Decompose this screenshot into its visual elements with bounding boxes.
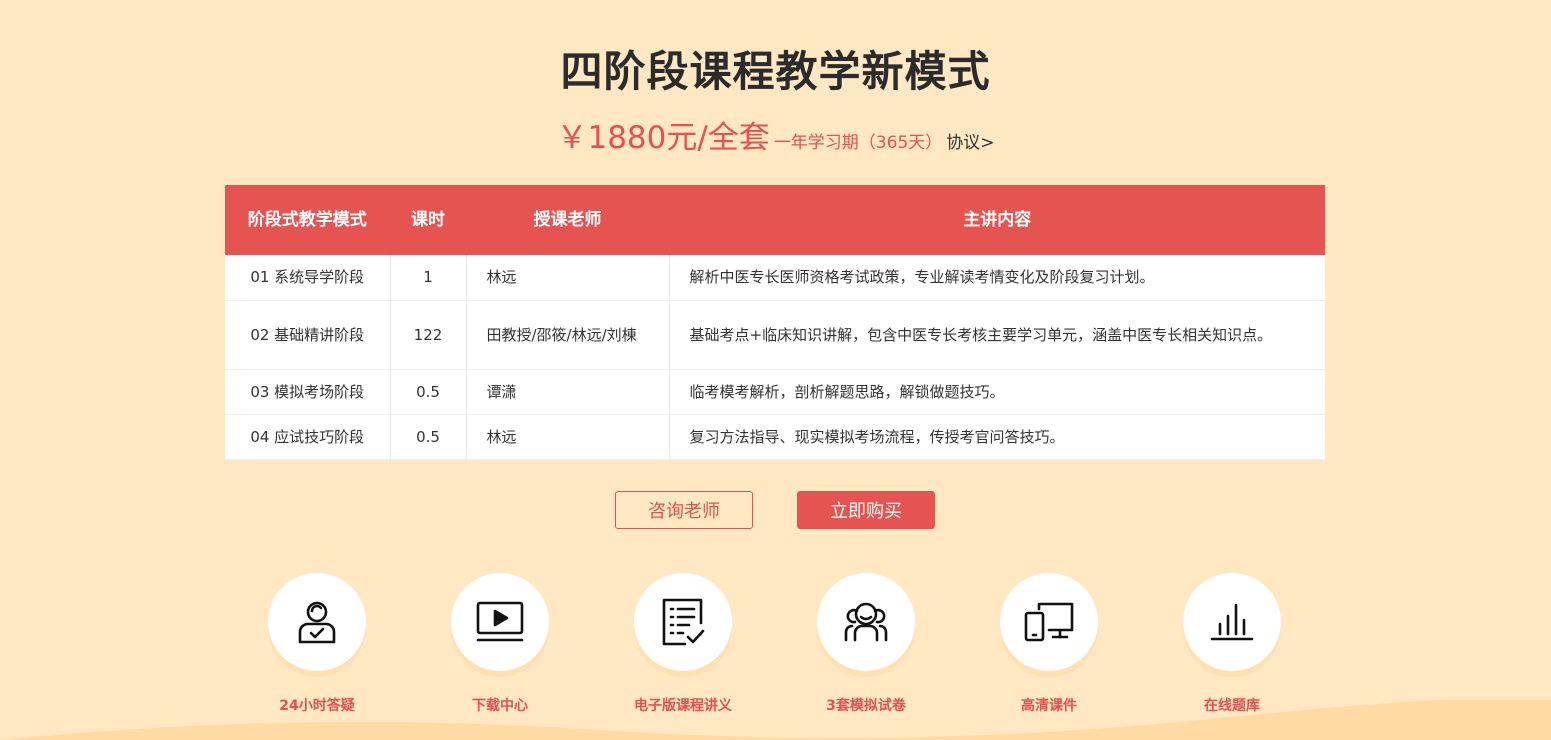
feature-label: 电子版课程讲义 bbox=[634, 698, 732, 714]
header-content: 主讲内容 bbox=[963, 210, 1032, 230]
cell-content: 复习方法指导、现实模拟考场流程，传授考官问答技巧。 bbox=[669, 414, 1325, 460]
video-play-icon bbox=[476, 601, 524, 642]
document-check-icon bbox=[662, 598, 705, 646]
table-row: 04 应试技巧阶段 0.5 林远 复习方法指导、现实模拟考场流程，传授考官问答技… bbox=[225, 414, 1325, 460]
feature-qa[interactable]: 24小时答疑 bbox=[227, 573, 407, 715]
feature-hd-courseware[interactable]: 高清课件 bbox=[959, 573, 1139, 715]
header-stage: 阶段式教学模式 bbox=[225, 185, 391, 255]
page-title: 四阶段课程教学新模式 bbox=[560, 47, 991, 96]
cell-teacher: 林远 bbox=[466, 255, 670, 301]
feature-question-bank[interactable]: 在线题库 bbox=[1142, 573, 1322, 715]
cell-hours: 122 bbox=[390, 300, 467, 370]
feature-mock-exams[interactable]: 3套模拟试卷 bbox=[776, 573, 956, 715]
group-people-icon bbox=[844, 602, 888, 642]
study-period: 一年学习期（365天） bbox=[773, 133, 943, 153]
feature-handouts[interactable]: 电子版课程讲义 bbox=[593, 573, 773, 715]
price: ￥1880元/全套 bbox=[556, 120, 770, 156]
cell-stage: 01 系统导学阶段 bbox=[225, 255, 391, 301]
cell-content: 临考模考解析，剖析解题思路，解锁做题技巧。 bbox=[669, 369, 1325, 415]
agreement-link[interactable]: 协议> bbox=[946, 133, 994, 153]
cell-hours: 1 bbox=[390, 255, 467, 301]
feature-label: 3套模拟试卷 bbox=[826, 698, 906, 714]
cell-hours: 0.5 bbox=[390, 414, 467, 460]
cell-teacher: 田教授/邵筱/林远/刘棟 bbox=[466, 300, 670, 370]
feature-label: 下载中心 bbox=[472, 698, 528, 714]
feature-download[interactable]: 下载中心 bbox=[410, 573, 590, 715]
header-teacher: 授课老师 bbox=[466, 185, 670, 255]
feature-label: 高清课件 bbox=[1021, 698, 1077, 714]
table-row: 01 系统导学阶段 1 林远 解析中医专长医师资格考试政策，专业解读考情变化及阶… bbox=[225, 255, 1325, 301]
table-row: 03 模拟考场阶段 0.5 谭潇 临考模考解析，剖析解题思路，解锁做题技巧。 bbox=[225, 369, 1325, 415]
cell-content: 基础考点+临床知识讲解，包含中医专长考核主要学习单元，涵盖中医专长相关知识点。 bbox=[669, 300, 1325, 370]
cell-teacher: 林远 bbox=[466, 414, 670, 460]
header-hours: 课时 bbox=[390, 185, 467, 255]
cell-teacher: 谭潇 bbox=[466, 369, 670, 415]
feature-label: 24小时答疑 bbox=[279, 698, 355, 714]
price-line: ￥1880元/全套 一年学习期（365天） 协议> bbox=[0, 112, 1551, 157]
cell-content: 解析中医专长医师资格考试政策，专业解读考情变化及阶段复习计划。 bbox=[669, 255, 1325, 301]
table-row: 02 基础精讲阶段 122 田教授/邵筱/林远/刘棟 基础考点+临床知识讲解，包… bbox=[225, 300, 1325, 370]
table-header-row: 阶段式教学模式 课时 授课老师 主讲内容 bbox=[225, 185, 1325, 255]
devices-icon bbox=[1024, 602, 1074, 642]
consult-teacher-button[interactable]: 咨询老师 bbox=[615, 491, 753, 529]
bar-chart-icon bbox=[1210, 603, 1254, 641]
cell-stage: 03 模拟考场阶段 bbox=[225, 369, 391, 415]
cell-stage: 04 应试技巧阶段 bbox=[225, 414, 391, 460]
course-table: 阶段式教学模式 课时 授课老师 主讲内容 01 系统导学阶段 1 林远 解析中医… bbox=[225, 185, 1325, 460]
cell-hours: 0.5 bbox=[390, 369, 467, 415]
feature-label: 在线题库 bbox=[1204, 698, 1260, 714]
person-check-icon bbox=[298, 601, 336, 644]
cell-stage: 02 基础精讲阶段 bbox=[225, 300, 391, 370]
buy-now-button[interactable]: 立即购买 bbox=[797, 491, 935, 529]
